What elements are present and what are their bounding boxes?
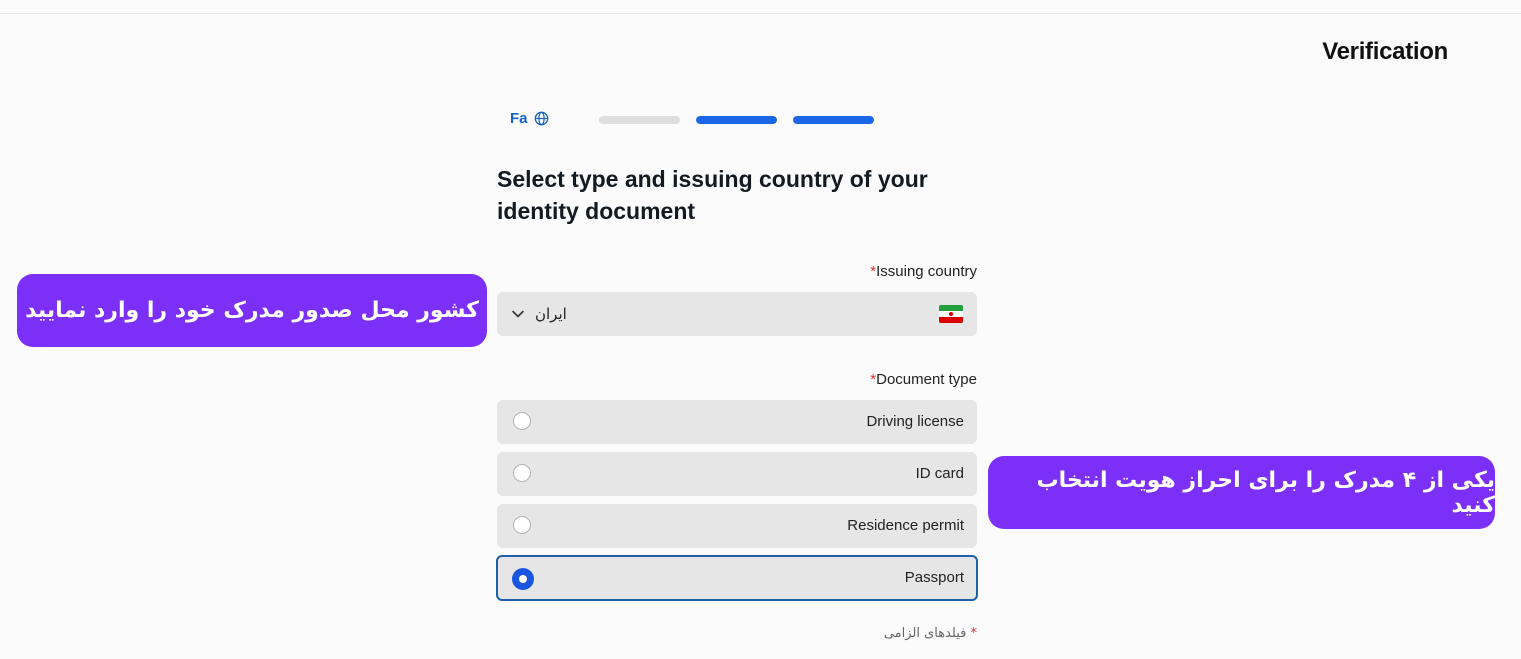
document-option-residence-permit[interactable]: Residence permit xyxy=(497,504,977,548)
option-label: Driving license xyxy=(866,413,964,430)
option-label: Passport xyxy=(904,569,964,586)
progress-step-3 xyxy=(793,116,874,124)
iran-flag-icon xyxy=(939,305,963,323)
required-fields-note: * فیلدهای الزامی xyxy=(883,626,977,641)
document-option-id-card[interactable]: ID card xyxy=(497,452,977,496)
top-divider xyxy=(0,13,1521,14)
document-hint-callout: یکی از ۴ مدرک را برای احراز هویت انتخاب … xyxy=(988,456,1495,529)
globe-icon xyxy=(534,111,549,126)
radio-button[interactable] xyxy=(513,516,531,534)
issuing-country-label: *Issuing country xyxy=(870,263,977,280)
option-label: ID card xyxy=(915,465,964,482)
document-option-driving-license[interactable]: Driving license xyxy=(497,400,977,444)
language-switcher[interactable]: Fa xyxy=(510,110,549,127)
progress-step-2 xyxy=(696,116,777,124)
chevron-down-icon xyxy=(511,307,525,326)
step-progress xyxy=(599,116,874,124)
radio-button[interactable] xyxy=(513,464,531,482)
language-label: Fa xyxy=(510,110,528,127)
form-heading: Select type and issuing country of your … xyxy=(497,166,928,224)
country-hint-callout: کشور محل صدور مدرک خود را وارد نمایید xyxy=(17,274,487,347)
page-title: Verification xyxy=(1322,38,1448,65)
document-type-label: *Document type xyxy=(870,371,977,388)
progress-step-1 xyxy=(599,116,680,124)
document-option-passport[interactable]: Passport xyxy=(496,555,978,601)
issuing-country-select[interactable]: ایران xyxy=(497,292,977,336)
option-label: Residence permit xyxy=(847,517,964,534)
radio-button[interactable] xyxy=(513,412,531,430)
radio-button-selected[interactable] xyxy=(512,568,534,590)
selected-country: ایران xyxy=(535,306,567,323)
